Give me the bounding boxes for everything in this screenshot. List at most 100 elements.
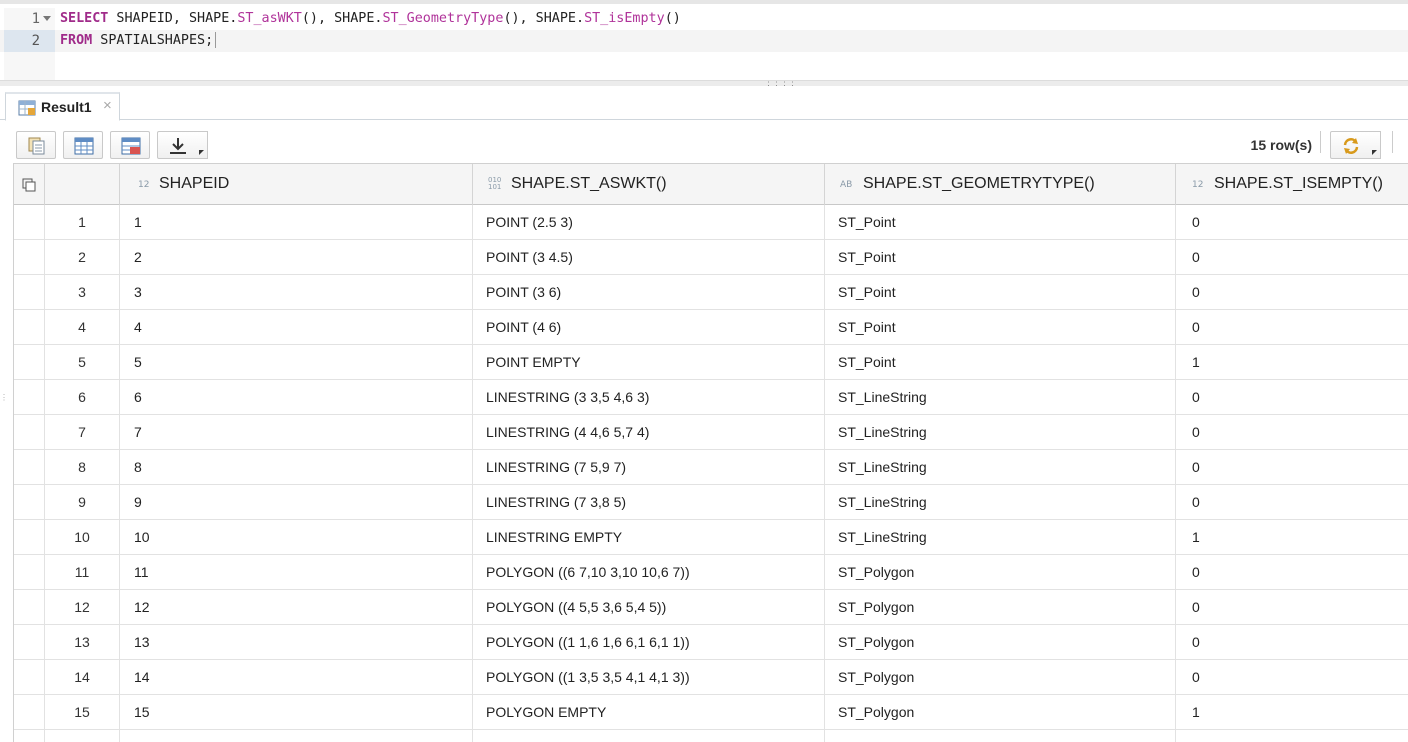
cell-wkt[interactable]: POLYGON EMPTY (473, 695, 825, 730)
row-index[interactable]: 5 (45, 345, 120, 380)
table-row[interactable]: 14 14 POLYGON ((1 3,5 3,5 4,1 4,1 3)) ST_Po… (14, 660, 1408, 695)
row-selector[interactable] (14, 310, 45, 345)
table-row[interactable]: 6 6 LINESTRING (3 3,5 4,6 3) ST_LineString 0 (14, 380, 1408, 415)
row-selector[interactable] (14, 240, 45, 275)
row-selector[interactable] (14, 485, 45, 520)
row-selector[interactable] (14, 275, 45, 310)
cell-wkt[interactable]: POLYGON ((4 5,5 3,6 5,4 5)) (473, 590, 825, 625)
cell-isempty[interactable]: 0 (1176, 240, 1408, 275)
cell-wkt[interactable]: POLYGON ((1 1,6 1,6 6,1 6,1 1)) (473, 625, 825, 660)
close-icon[interactable]: × (103, 97, 112, 114)
cell-isempty[interactable]: 1 (1176, 520, 1408, 555)
cell-isempty[interactable]: 0 (1176, 450, 1408, 485)
table-row[interactable]: 7 7 LINESTRING (4 4,6 5,7 4) ST_LineString 0 (14, 415, 1408, 450)
cell-shapeid[interactable]: 2 (120, 240, 473, 275)
cell-wkt[interactable]: LINESTRING (3 3,5 4,6 3) (473, 380, 825, 415)
cell-wkt[interactable]: POINT (4 6) (473, 310, 825, 345)
cell-geometrytype[interactable]: ST_Point (825, 310, 1176, 345)
row-index[interactable]: 7 (45, 415, 120, 450)
cell-geometrytype[interactable]: ST_Polygon (825, 625, 1176, 660)
cell-isempty[interactable]: 0 (1176, 310, 1408, 345)
cell-geometrytype[interactable]: ST_Polygon (825, 590, 1176, 625)
cell-shapeid[interactable]: 9 (120, 485, 473, 520)
cell-geometrytype[interactable]: ST_LineString (825, 380, 1176, 415)
column-header-aswkt[interactable]: 010 101 SHAPE.ST_ASWKT() (473, 164, 825, 205)
row-index[interactable]: 11 (45, 555, 120, 590)
column-header-shapeid[interactable]: 12 SHAPEID (120, 164, 473, 205)
cell-geometrytype[interactable]: ST_LineString (825, 415, 1176, 450)
row-index[interactable]: 13 (45, 625, 120, 660)
cell-shapeid[interactable]: 1 (120, 205, 473, 240)
row-index[interactable]: 15 (45, 695, 120, 730)
cell-isempty[interactable]: 0 (1176, 205, 1408, 240)
grid-view-button[interactable] (63, 131, 103, 159)
cell-shapeid[interactable]: 6 (120, 380, 473, 415)
row-selector[interactable] (14, 205, 45, 240)
fold-arrow-icon[interactable] (43, 16, 51, 21)
cell-wkt[interactable]: POLYGON ((1 3,5 3,5 4,1 4,1 3)) (473, 660, 825, 695)
cell-wkt[interactable]: POINT (2.5 3) (473, 205, 825, 240)
table-row[interactable]: 5 5 POINT EMPTY ST_Point 1 (14, 345, 1408, 380)
cell-isempty[interactable]: 0 (1176, 380, 1408, 415)
cell-wkt[interactable]: LINESTRING EMPTY (473, 520, 825, 555)
select-all-cell[interactable] (14, 164, 45, 205)
cell-shapeid[interactable]: 3 (120, 275, 473, 310)
export-table-button[interactable] (110, 131, 150, 159)
cell-wkt[interactable]: LINESTRING (4 4,6 5,7 4) (473, 415, 825, 450)
cell-shapeid[interactable]: 11 (120, 555, 473, 590)
tab-result1[interactable]: Result1 × (5, 92, 120, 121)
cell-isempty[interactable]: 1 (1176, 695, 1408, 730)
cell-isempty[interactable]: 0 (1176, 485, 1408, 520)
cell-geometrytype[interactable]: ST_Polygon (825, 695, 1176, 730)
cell-geometrytype[interactable]: ST_LineString (825, 485, 1176, 520)
cell-isempty[interactable]: 1 (1176, 345, 1408, 380)
cell-isempty[interactable]: 0 (1176, 590, 1408, 625)
table-row[interactable]: 15 15 POLYGON EMPTY ST_Polygon 1 (14, 695, 1408, 730)
cell-isempty[interactable]: 0 (1176, 415, 1408, 450)
cell-shapeid[interactable]: 12 (120, 590, 473, 625)
row-selector[interactable] (14, 660, 45, 695)
cell-wkt[interactable]: LINESTRING (7 3,8 5) (473, 485, 825, 520)
row-index[interactable]: 14 (45, 660, 120, 695)
row-index[interactable]: 1 (45, 205, 120, 240)
row-selector[interactable] (14, 555, 45, 590)
copy-button[interactable] (16, 131, 56, 159)
cell-geometrytype[interactable]: ST_LineString (825, 450, 1176, 485)
cell-isempty[interactable]: 0 (1176, 660, 1408, 695)
row-selector[interactable] (14, 625, 45, 660)
column-header-isempty[interactable]: 12 SHAPE.ST_ISEMPTY() (1176, 164, 1408, 205)
cell-shapeid[interactable]: 7 (120, 415, 473, 450)
cell-shapeid[interactable]: 15 (120, 695, 473, 730)
table-row[interactable]: 12 12 POLYGON ((4 5,5 3,6 5,4 5)) ST_Polygo… (14, 590, 1408, 625)
sql-editor[interactable]: 1 SELECT SHAPEID, SHAPE.ST_asWKT(), SHAP… (0, 0, 1408, 80)
cell-shapeid[interactable]: 4 (120, 310, 473, 345)
table-row[interactable]: 2 2 POINT (3 4.5) ST_Point 0 (14, 240, 1408, 275)
cell-shapeid[interactable]: 14 (120, 660, 473, 695)
cell-geometrytype[interactable]: ST_Point (825, 275, 1176, 310)
code-text[interactable]: SELECT SHAPEID, SHAPE.ST_asWKT(), SHAPE.… (60, 8, 681, 30)
cell-wkt[interactable]: POLYGON ((6 7,10 3,10 10,6 7)) (473, 555, 825, 590)
code-text[interactable]: FROM SPATIALSHAPES; (60, 30, 217, 52)
cell-geometrytype[interactable]: ST_LineString (825, 520, 1176, 555)
table-row[interactable]: 3 3 POINT (3 6) ST_Point 0 (14, 275, 1408, 310)
column-header-geometrytype[interactable]: AB SHAPE.ST_GEOMETRYTYPE() (825, 164, 1176, 205)
cell-wkt[interactable]: POINT EMPTY (473, 345, 825, 380)
row-selector[interactable] (14, 695, 45, 730)
table-row[interactable]: 10 10 LINESTRING EMPTY ST_LineString 1 (14, 520, 1408, 555)
row-selector[interactable] (14, 590, 45, 625)
row-index[interactable]: 2 (45, 240, 120, 275)
code-line-2[interactable]: 2 FROM SPATIALSHAPES; (0, 30, 1408, 52)
row-index[interactable]: 12 (45, 590, 120, 625)
row-selector[interactable] (14, 380, 45, 415)
refresh-button[interactable] (1330, 131, 1381, 159)
download-button[interactable] (157, 131, 208, 159)
row-selector[interactable] (14, 450, 45, 485)
left-resize-handle-icon[interactable]: ⋮ (0, 393, 8, 402)
table-row[interactable]: 1 1 POINT (2.5 3) ST_Point 0 (14, 205, 1408, 240)
cell-wkt[interactable]: POINT (3 4.5) (473, 240, 825, 275)
cell-shapeid[interactable]: 13 (120, 625, 473, 660)
cell-wkt[interactable]: POINT (3 6) (473, 275, 825, 310)
cell-isempty[interactable]: 0 (1176, 275, 1408, 310)
cell-shapeid[interactable]: 8 (120, 450, 473, 485)
cell-geometrytype[interactable]: ST_Point (825, 345, 1176, 380)
